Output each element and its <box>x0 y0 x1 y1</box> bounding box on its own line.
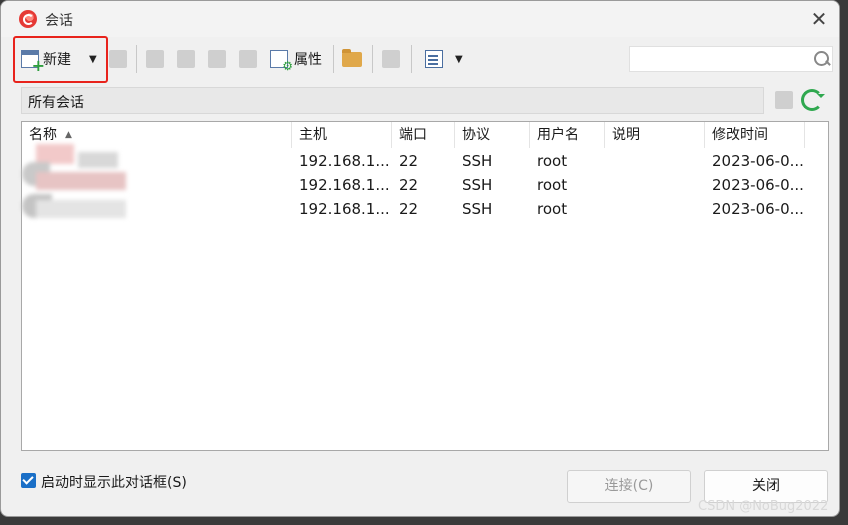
title-bar: 会话 ✕ <box>1 1 839 37</box>
cut-icon <box>146 50 164 68</box>
chevron-down-icon: ▼ <box>89 53 97 65</box>
port-cell: 22 <box>399 200 419 218</box>
paste-icon <box>208 50 226 68</box>
modified-cell: 2023-06-0... <box>712 152 804 170</box>
new-session-label: 新建 <box>43 52 71 68</box>
refresh-icon[interactable] <box>801 89 825 111</box>
table-row[interactable]: 192.168.1... 22 SSH root 2023-06-0... <box>22 149 828 173</box>
host-cell: 192.168.1... <box>299 176 390 194</box>
column-header-port[interactable]: 端口 <box>392 122 455 148</box>
delete-button[interactable] <box>239 44 257 74</box>
list-header: 名称 ▲ 主机 端口 协议 用户名 说明 修改时间 <box>22 122 828 148</box>
watermark-text: CSDN @NoBug2022 <box>698 499 829 514</box>
modified-cell: 2023-06-0... <box>712 176 804 194</box>
startup-checkbox-label[interactable]: 启动时显示此对话框(S) <box>41 472 187 492</box>
folder-path-text: 所有会话 <box>28 95 84 111</box>
connect-button[interactable]: 连接(C) <box>567 470 691 503</box>
column-header-user[interactable]: 用户名 <box>530 122 605 148</box>
table-row[interactable]: 192.168.1... 22 SSH root 2023-06-0... <box>22 197 828 221</box>
modified-cell: 2023-06-0... <box>712 200 804 218</box>
session-dialog: 会话 ✕ 新建 ▼ 属性 ▼ 所有会话 <box>0 0 840 517</box>
toolbar-divider <box>136 45 137 73</box>
column-header-modified[interactable]: 修改时间 <box>705 122 805 148</box>
find-button[interactable] <box>109 44 127 74</box>
shortcut-button[interactable] <box>382 44 400 74</box>
app-logo-icon <box>19 10 37 28</box>
user-cell: root <box>537 176 568 194</box>
folder-path-bar: 所有会话 <box>21 87 764 114</box>
port-cell: 22 <box>399 176 419 194</box>
host-cell: 192.168.1... <box>299 152 390 170</box>
toolbar-divider <box>333 45 334 73</box>
session-list: 名称 ▲ 主机 端口 协议 用户名 说明 修改时间 192.168.1... 22… <box>21 121 829 451</box>
host-cell: 192.168.1... <box>299 200 390 218</box>
protocol-cell: SSH <box>462 152 493 170</box>
shortcut-icon <box>382 50 400 68</box>
toolbar-divider <box>372 45 373 73</box>
view-icon <box>425 50 443 68</box>
view-button[interactable]: ▼ <box>425 44 463 74</box>
protocol-cell: SSH <box>462 176 493 194</box>
copy-button[interactable] <box>177 44 195 74</box>
new-session-dropdown[interactable]: ▼ <box>79 44 97 74</box>
column-label: 名称 <box>29 127 57 143</box>
toolbar-divider <box>411 45 412 73</box>
user-cell: root <box>537 152 568 170</box>
window-title: 会话 <box>45 13 73 29</box>
chevron-down-icon: ▼ <box>455 53 463 65</box>
column-header-description[interactable]: 说明 <box>605 122 705 148</box>
paste-button[interactable] <box>208 44 226 74</box>
close-window-button[interactable]: ✕ <box>807 7 831 31</box>
search-input[interactable] <box>629 46 833 72</box>
new-session-button[interactable]: 新建 <box>21 44 71 75</box>
column-header-host[interactable]: 主机 <box>292 122 392 148</box>
copy-icon <box>177 50 195 68</box>
properties-label: 属性 <box>294 52 322 68</box>
protocol-cell: SSH <box>462 200 493 218</box>
user-cell: root <box>537 200 568 218</box>
startup-checkbox[interactable] <box>21 473 36 488</box>
search-icon[interactable] <box>813 50 831 68</box>
up-folder-icon[interactable] <box>775 91 793 109</box>
table-row[interactable]: 192.168.1... 22 SSH root 2023-06-0... <box>22 173 828 197</box>
properties-button[interactable]: 属性 <box>270 44 322 74</box>
new-folder-button[interactable] <box>342 44 362 74</box>
new-session-icon <box>21 50 45 75</box>
cut-button[interactable] <box>146 44 164 74</box>
sort-asc-icon: ▲ <box>65 130 72 140</box>
properties-icon <box>270 50 293 73</box>
folder-icon <box>342 48 362 67</box>
delete-icon <box>239 50 257 68</box>
column-header-protocol[interactable]: 协议 <box>455 122 530 148</box>
port-cell: 22 <box>399 152 419 170</box>
find-icon <box>109 50 127 68</box>
